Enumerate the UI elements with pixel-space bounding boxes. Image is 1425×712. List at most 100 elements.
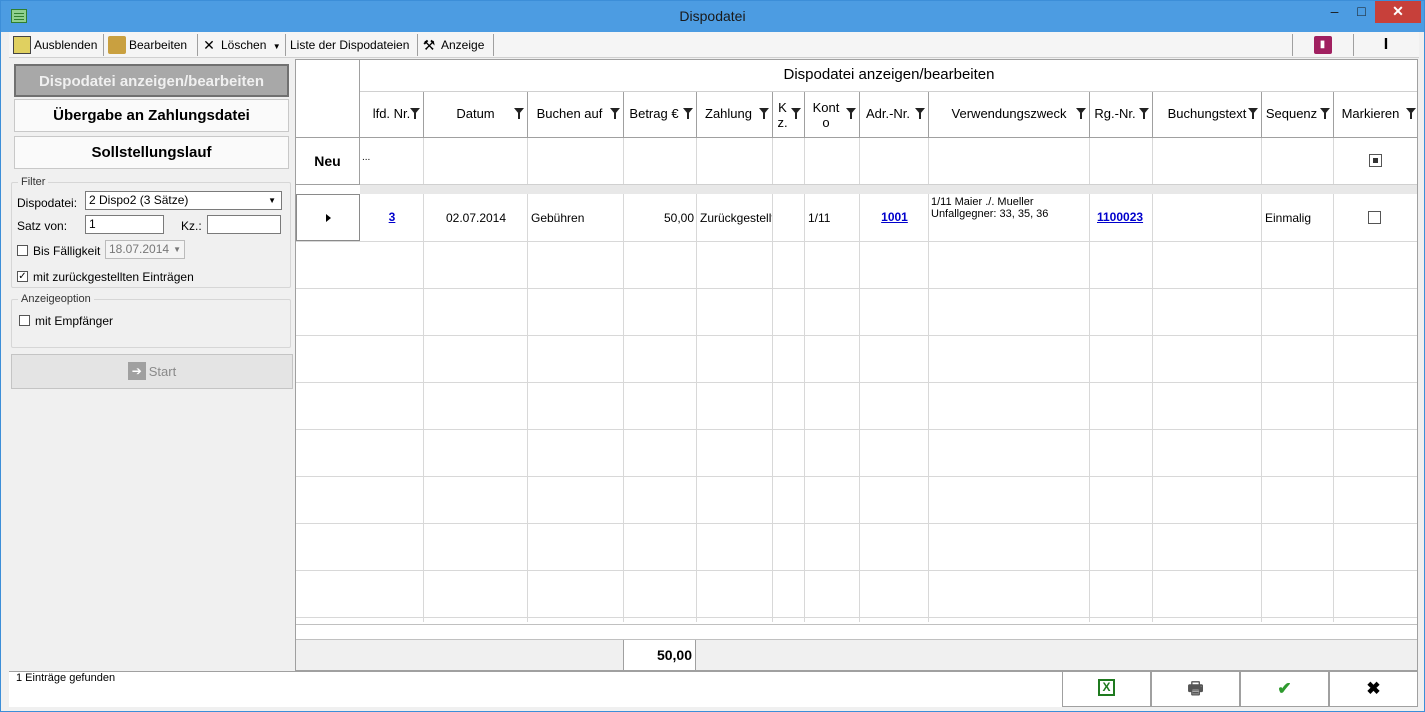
due-date-value: 18.07.2014 xyxy=(109,242,170,256)
horizontal-scrollbar[interactable] xyxy=(296,624,1417,640)
kz-input[interactable] xyxy=(207,215,281,234)
print-button[interactable]: 🖶 xyxy=(1151,671,1240,707)
edit-label: Bearbeiten xyxy=(129,38,188,52)
hide-button[interactable]: Ausblenden xyxy=(11,34,104,56)
col-header-betrag[interactable]: Betrag € xyxy=(624,92,697,138)
satz-from-input[interactable]: 1 xyxy=(85,215,164,234)
delete-button[interactable]: ✕ Löschen ▼ xyxy=(198,34,286,56)
start-button[interactable]: ➔ Start xyxy=(11,354,293,389)
col-label: Rg.-Nr. xyxy=(1094,106,1136,121)
filter-icon[interactable] xyxy=(1139,108,1150,120)
filter-legend: Filter xyxy=(21,176,46,188)
hide-panel-icon xyxy=(13,35,31,54)
col-header-rg-nr[interactable]: Rg.-Nr. xyxy=(1090,92,1153,138)
start-label: Start xyxy=(148,364,177,379)
with-recipient-check[interactable] xyxy=(19,315,30,327)
col-header-kz[interactable]: K z. xyxy=(773,92,805,138)
list-dispo-files-button[interactable]: Liste der Dispodateien xyxy=(286,34,418,56)
cell-datum[interactable]: 02.07.2014 xyxy=(424,211,528,225)
col-header-buchungstext[interactable]: Buchungstext xyxy=(1153,92,1262,138)
arrow-right-icon: ➔ xyxy=(127,361,146,380)
title-bar: Dispodatei – □ ✕ xyxy=(1,1,1424,32)
due-date-input[interactable]: 18.07.2014 ▼ xyxy=(105,240,185,259)
status-bar: 1 Einträge gefunden xyxy=(9,671,1062,707)
filter-icon[interactable] xyxy=(1248,108,1259,120)
new-row-header[interactable]: Neu xyxy=(296,138,360,185)
maximize-button[interactable]: □ xyxy=(1348,1,1375,23)
col-header-zahlung[interactable]: Zahlung xyxy=(697,92,773,138)
new-row-separator xyxy=(360,185,1417,194)
col-header-markieren[interactable]: Markieren xyxy=(1334,92,1417,138)
dispo-select-value: 2 Dispo2 (3 Sätze) xyxy=(89,193,189,207)
col-header-adr-nr[interactable]: Adr.-Nr. xyxy=(860,92,929,138)
col-header-datum[interactable]: Datum xyxy=(424,92,528,138)
col-header-sequenz[interactable]: Sequenz xyxy=(1262,92,1334,138)
filter-icon[interactable] xyxy=(846,108,857,120)
col-label: K z. xyxy=(777,99,788,130)
transfer-payment-file-button[interactable]: Übergabe an Zahlungsdatei xyxy=(14,99,289,132)
cell-rg-nr[interactable]: 1100023 xyxy=(1097,210,1152,224)
view-button[interactable]: ⚒ Anzeige xyxy=(418,34,494,56)
filter-icon[interactable] xyxy=(514,108,525,120)
row-selector-current[interactable] xyxy=(296,194,360,241)
col-header-konto[interactable]: Kont o xyxy=(805,92,860,138)
filter-icon[interactable] xyxy=(791,108,802,120)
close-button[interactable]: ✕ xyxy=(1375,1,1421,23)
cell-zahlung[interactable]: Zurückgestellt xyxy=(700,211,772,225)
cell-lfd-nr[interactable]: 3 xyxy=(360,210,424,224)
help-book-button[interactable]: ▮ xyxy=(1292,34,1354,56)
col-label: Buchungstext xyxy=(1167,106,1247,121)
due-date-check[interactable] xyxy=(17,245,28,257)
col-label: Markieren xyxy=(1341,106,1400,121)
mark-all-checkbox[interactable] xyxy=(1369,154,1382,167)
excel-export-button[interactable]: X xyxy=(1062,671,1151,707)
deferred-entries-check[interactable]: ✓ xyxy=(17,271,28,283)
sum-row: 50,00 xyxy=(296,640,1417,670)
filter-icon[interactable] xyxy=(1076,108,1087,120)
cell-sequenz[interactable]: Einmalig xyxy=(1265,211,1333,225)
col-label: Zahlung xyxy=(705,106,752,121)
due-date-checkbox[interactable]: Bis Fälligkeit xyxy=(17,244,100,258)
cell-konto[interactable]: 1/11 xyxy=(808,211,858,225)
cell-buchen-auf[interactable]: Gebühren xyxy=(531,211,623,225)
filter-icon[interactable] xyxy=(1406,108,1417,120)
ok-button[interactable]: ✔ xyxy=(1240,671,1329,707)
cell-adr-nr[interactable]: 1001 xyxy=(860,210,929,224)
delete-label: Löschen xyxy=(221,38,267,52)
edit-icon xyxy=(108,35,126,54)
kz-label: Kz.: xyxy=(181,219,202,233)
debit-run-button[interactable]: Sollstellungslauf xyxy=(14,136,289,169)
deferred-entries-checkbox[interactable]: ✓ mit zurückgestellten Einträgen xyxy=(17,270,194,284)
col-header-lfd-nr[interactable]: lfd. Nr. xyxy=(360,92,424,138)
col-header-buchen-auf[interactable]: Buchen auf xyxy=(528,92,624,138)
filter-icon[interactable] xyxy=(915,108,926,120)
mark-row-checkbox[interactable] xyxy=(1368,211,1381,224)
new-row[interactable]: ... xyxy=(360,138,1417,185)
filter-icon[interactable] xyxy=(683,108,694,120)
dispo-grid[interactable]: Dispodatei anzeigen/bearbeiten lfd. Nr. … xyxy=(295,59,1418,671)
rg-nr-link[interactable]: 1100023 xyxy=(1097,210,1143,224)
dispo-select[interactable]: 2 Dispo2 (3 Sätze) ▼ xyxy=(85,191,282,210)
book-icon: ▮ xyxy=(1313,35,1332,54)
edit-button[interactable]: Bearbeiten xyxy=(106,34,198,56)
filter-icon[interactable] xyxy=(759,108,770,120)
filter-icon[interactable] xyxy=(1320,108,1331,120)
info-button[interactable]: I xyxy=(1354,34,1416,56)
with-recipient-checkbox[interactable]: mit Empfänger xyxy=(19,314,113,328)
minimize-button[interactable]: – xyxy=(1321,1,1348,23)
col-label: Adr.-Nr. xyxy=(865,106,911,121)
purpose-line-1: 1/11 Maier ./. Mueller xyxy=(931,196,1034,208)
adr-nr-link[interactable]: 1001 xyxy=(881,210,908,224)
delete-icon: ✕ xyxy=(203,36,215,53)
lfd-nr-link[interactable]: 3 xyxy=(389,210,396,224)
cancel-button[interactable]: ✖ xyxy=(1329,671,1418,707)
filter-icon[interactable] xyxy=(410,108,421,120)
dispo-label: Dispodatei: xyxy=(17,196,78,210)
cell-verwendungszweck[interactable]: 1/11 Maier ./. Mueller Unfallgegner: 33,… xyxy=(931,196,1089,220)
view-edit-dispo-button[interactable]: Dispodatei anzeigen/bearbeiten xyxy=(14,64,289,97)
filter-icon[interactable] xyxy=(610,108,621,120)
cell-betrag[interactable]: 50,00 xyxy=(624,211,694,225)
col-header-verwendungszweck[interactable]: Verwendungszweck xyxy=(929,92,1090,138)
chevron-down-icon[interactable]: ▼ xyxy=(273,42,281,51)
display-option-legend: Anzeigeoption xyxy=(21,293,91,305)
